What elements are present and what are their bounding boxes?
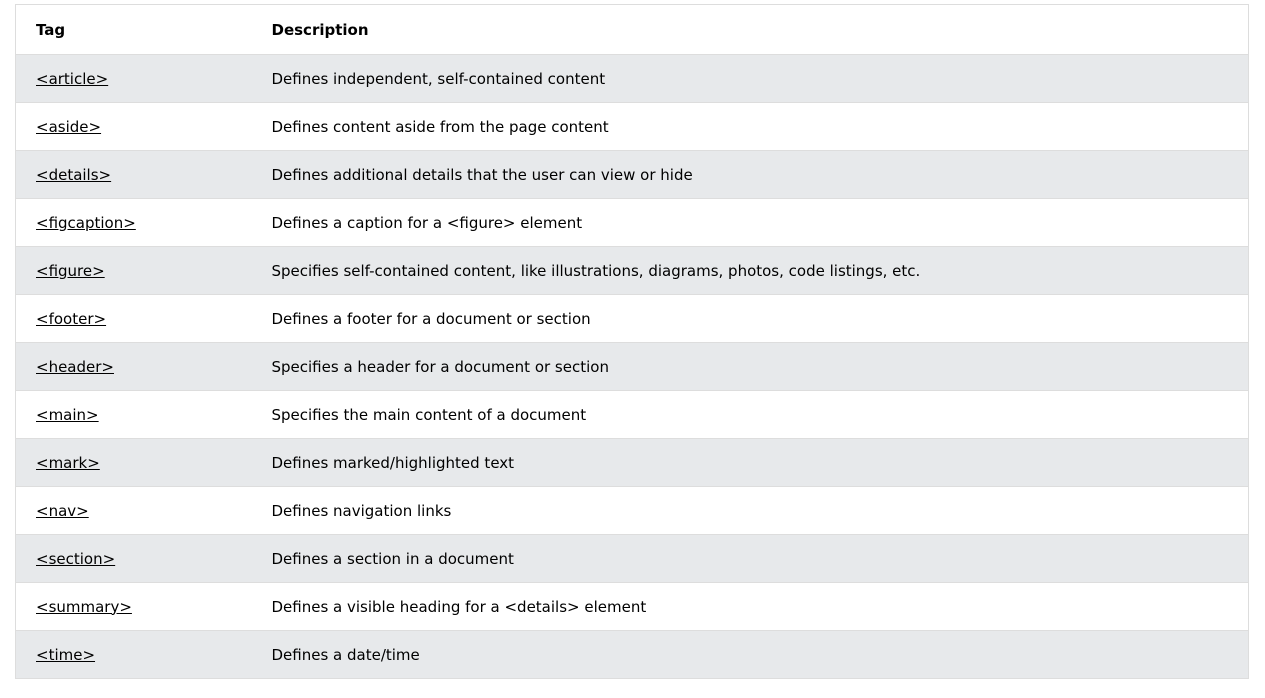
tag-link[interactable]: <nav> [36, 502, 89, 520]
description-cell: Specifies a header for a document or sec… [251, 342, 1249, 391]
description-cell: Defines a section in a document [251, 534, 1249, 583]
header-description: Description [251, 4, 1249, 55]
table-row: <main> Specifies the main content of a do… [15, 390, 1249, 439]
description-cell: Defines independent, self-contained cont… [251, 54, 1249, 103]
description-cell: Defines a visible heading for a <details… [251, 582, 1249, 631]
table-row: <section> Defines a section in a document [15, 534, 1249, 583]
html-semantic-tags-table: Tag Description <article> Defines indepen… [15, 4, 1249, 679]
tag-link[interactable]: <header> [36, 358, 114, 376]
table-row: <details> Defines additional details that… [15, 150, 1249, 199]
tag-cell: <aside> [15, 102, 252, 151]
tag-cell: <figcaption> [15, 198, 252, 247]
description-cell: Defines marked/highlighted text [251, 438, 1249, 487]
description-cell: Defines a date/time [251, 630, 1249, 679]
description-cell: Defines additional details that the user… [251, 150, 1249, 199]
tag-link[interactable]: <mark> [36, 454, 100, 472]
table-row: <time> Defines a date/time [15, 630, 1249, 679]
tag-link[interactable]: <figure> [36, 262, 105, 280]
tag-link[interactable]: <aside> [36, 118, 101, 136]
table-row: <mark> Defines marked/highlighted text [15, 438, 1249, 487]
table-header-row: Tag Description [15, 4, 1249, 55]
description-cell: Defines a caption for a <figure> element [251, 198, 1249, 247]
tag-cell: <nav> [15, 486, 252, 535]
tag-link[interactable]: <section> [36, 550, 115, 568]
tag-cell: <footer> [15, 294, 252, 343]
tag-cell: <time> [15, 630, 252, 679]
tag-cell: <figure> [15, 246, 252, 295]
table-row: <figcaption> Defines a caption for a <fig… [15, 198, 1249, 247]
tag-cell: <details> [15, 150, 252, 199]
tag-link[interactable]: <article> [36, 70, 108, 88]
tag-link[interactable]: <main> [36, 406, 99, 424]
tag-link[interactable]: <summary> [36, 598, 132, 616]
tag-link[interactable]: <time> [36, 646, 95, 664]
table-row: <article> Defines independent, self-conta… [15, 54, 1249, 103]
header-tag: Tag [15, 4, 252, 55]
tag-link[interactable]: <figcaption> [36, 214, 136, 232]
tag-cell: <main> [15, 390, 252, 439]
tag-link[interactable]: <footer> [36, 310, 106, 328]
description-cell: Defines a footer for a document or secti… [251, 294, 1249, 343]
tag-cell: <section> [15, 534, 252, 583]
description-cell: Specifies self-contained content, like i… [251, 246, 1249, 295]
tag-link[interactable]: <details> [36, 166, 111, 184]
table-row: <figure> Specifies self-contained content… [15, 246, 1249, 295]
description-cell: Defines navigation links [251, 486, 1249, 535]
description-cell: Defines content aside from the page cont… [251, 102, 1249, 151]
tag-cell: <header> [15, 342, 252, 391]
table-row: <aside> Defines content aside from the pa… [15, 102, 1249, 151]
tag-cell: <article> [15, 54, 252, 103]
tag-cell: <mark> [15, 438, 252, 487]
table-row: <footer> Defines a footer for a document … [15, 294, 1249, 343]
tag-cell: <summary> [15, 582, 252, 631]
description-cell: Specifies the main content of a document [251, 390, 1249, 439]
table-row: <header> Specifies a header for a documen… [15, 342, 1249, 391]
table-row: <summary> Defines a visible heading for a… [15, 582, 1249, 631]
table-row: <nav> Defines navigation links [15, 486, 1249, 535]
